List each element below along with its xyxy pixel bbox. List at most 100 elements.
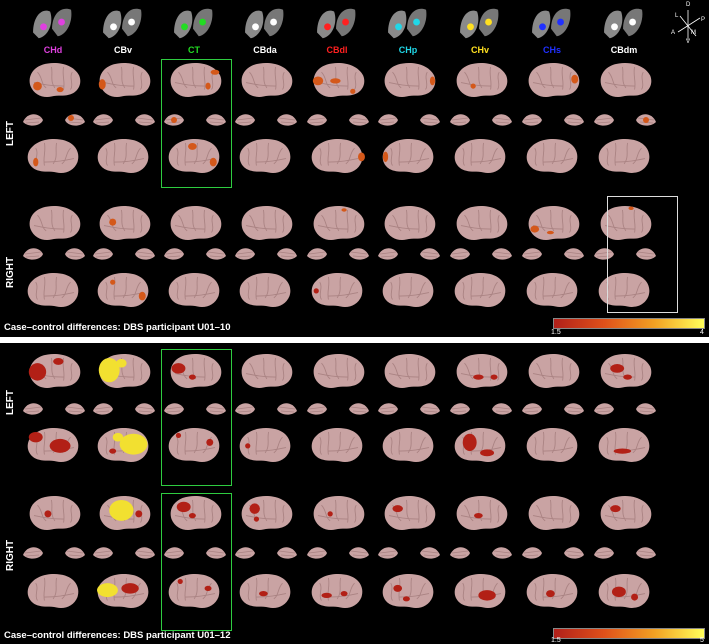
brain-lateral-view bbox=[456, 354, 508, 388]
nucleus-label-cbdl: CBdl bbox=[326, 45, 348, 55]
brain-lateral-view bbox=[528, 354, 580, 388]
brain-medial-view bbox=[598, 139, 650, 173]
brain-lateral-view bbox=[98, 63, 151, 97]
cerebellum-view bbox=[594, 114, 656, 126]
cerebellum-view bbox=[522, 114, 584, 126]
cerebellum-view bbox=[235, 547, 297, 559]
brain-lateral-view bbox=[241, 354, 293, 388]
cerebellum-view bbox=[307, 547, 369, 559]
cerebellum-view bbox=[93, 114, 155, 126]
brain-lateral-view bbox=[600, 63, 652, 97]
brain-medial-view bbox=[27, 139, 79, 173]
axis-d-label: D bbox=[686, 2, 691, 8]
highlight-cbdm-box bbox=[607, 196, 678, 313]
cerebellum-view bbox=[93, 248, 155, 260]
cerebellum-view bbox=[235, 403, 297, 415]
brain-medial-view bbox=[97, 273, 149, 307]
brain-lateral-view bbox=[28, 354, 81, 388]
row-label-left: LEFT bbox=[5, 121, 16, 146]
nucleus-label-ct: CT bbox=[188, 45, 200, 55]
brain-medial-view bbox=[311, 139, 365, 173]
brain-lateral-view bbox=[456, 206, 508, 240]
colorbar-min-2: 1.5 bbox=[551, 637, 561, 644]
colorbar-u01-10 bbox=[553, 318, 705, 329]
brain-lateral-view bbox=[528, 496, 580, 530]
highlight-ct-box bbox=[161, 59, 232, 188]
brain-medial-view bbox=[311, 574, 363, 608]
brain-medial-view bbox=[27, 428, 79, 462]
brain-lateral-view bbox=[98, 354, 151, 388]
nucleus-label-chs: CHs bbox=[542, 45, 561, 55]
cerebellum-view bbox=[450, 547, 512, 559]
cerebellum-view bbox=[23, 547, 85, 559]
cerebellum-view bbox=[522, 547, 584, 559]
cerebellum-view bbox=[522, 248, 584, 260]
row-label-right: RIGHT bbox=[5, 256, 16, 288]
brain-medial-view bbox=[526, 273, 578, 307]
nucleus-label-cbda: CBda bbox=[253, 45, 277, 55]
nucleus-label-cbdm: CBdm bbox=[610, 45, 638, 55]
brain-lateral-view bbox=[241, 206, 293, 240]
brain-lateral-view bbox=[600, 354, 652, 388]
caption-u01-10: Case–control differences: DBS participan… bbox=[4, 322, 231, 333]
cerebellum-view bbox=[307, 248, 369, 260]
brain-medial-view bbox=[454, 139, 506, 173]
brain-medial-view bbox=[168, 273, 220, 307]
nucleus-thumbnail-chs bbox=[532, 8, 571, 39]
cerebellum-view bbox=[93, 547, 155, 559]
caption-u01-12: Case–control differences: DBS participan… bbox=[4, 630, 231, 641]
cerebellum-view bbox=[378, 248, 440, 260]
brain-medial-view bbox=[382, 574, 434, 608]
nucleus-thumbnail-ct bbox=[174, 8, 213, 39]
axis-l-label: L bbox=[675, 13, 679, 19]
row-label-right: RIGHT bbox=[5, 539, 16, 571]
nucleus-thumbnail-chd bbox=[33, 8, 72, 39]
nucleus-thumbnail-chp bbox=[388, 8, 427, 39]
colorbar-max-2: 5 bbox=[700, 637, 704, 644]
brain-lateral-view bbox=[313, 354, 365, 388]
cerebellum-view bbox=[235, 114, 297, 126]
axis-p-label: P bbox=[701, 17, 706, 23]
brain-medial-view bbox=[97, 428, 149, 462]
cerebellum-view bbox=[594, 547, 656, 559]
colorbar-u01-12 bbox=[553, 628, 705, 639]
panel-u01-12: LEFT RIGHT Case–control differences: DBS… bbox=[0, 343, 709, 644]
nucleus-thumbnail-cbdm bbox=[604, 8, 643, 39]
brain-medial-view bbox=[311, 273, 363, 307]
brain-lateral-view bbox=[29, 496, 81, 530]
brain-medial-view bbox=[97, 574, 149, 608]
brain-medial-view bbox=[239, 139, 291, 173]
cerebellum-view bbox=[378, 547, 440, 559]
brain-lateral-view bbox=[312, 63, 365, 97]
brain-lateral-view bbox=[528, 206, 580, 240]
cerebellum-view bbox=[307, 403, 369, 415]
nucleus-label-chd: CHd bbox=[43, 45, 63, 55]
axis-v-label: V bbox=[686, 39, 691, 45]
brain-lateral-view bbox=[313, 496, 365, 530]
brain-lateral-view bbox=[241, 496, 293, 530]
brain-lateral-view bbox=[384, 206, 436, 240]
brain-lateral-view bbox=[241, 63, 293, 97]
brain-lateral-view bbox=[456, 63, 508, 97]
cerebellum-view bbox=[93, 403, 155, 415]
cerebellum-view bbox=[450, 114, 512, 126]
brain-medial-view bbox=[526, 139, 578, 173]
brain-medial-view bbox=[97, 139, 149, 173]
highlight-ct-box bbox=[161, 349, 232, 486]
brain-medial-view bbox=[382, 139, 434, 173]
axis-a-label: A bbox=[671, 30, 676, 36]
brain-lateral-view bbox=[456, 496, 508, 530]
brain-medial-view bbox=[27, 574, 79, 608]
cerebellum-view bbox=[164, 248, 226, 260]
brain-lateral-view bbox=[99, 206, 151, 240]
cerebellum-view bbox=[23, 403, 85, 415]
brain-lateral-view bbox=[29, 206, 81, 240]
panel-u01-10: CHd CBv CT CBda CBdl CHp CHv CHs CBdm D L P A M … bbox=[0, 0, 709, 337]
cerebellum-view bbox=[450, 248, 512, 260]
colorbar-min-1: 1.5 bbox=[551, 329, 561, 336]
brain-lateral-view bbox=[600, 496, 652, 530]
brain-medial-view bbox=[382, 273, 434, 307]
brain-lateral-view bbox=[170, 206, 222, 240]
brain-medial-view bbox=[454, 574, 506, 608]
nucleus-thumbnail-chv bbox=[460, 8, 499, 39]
